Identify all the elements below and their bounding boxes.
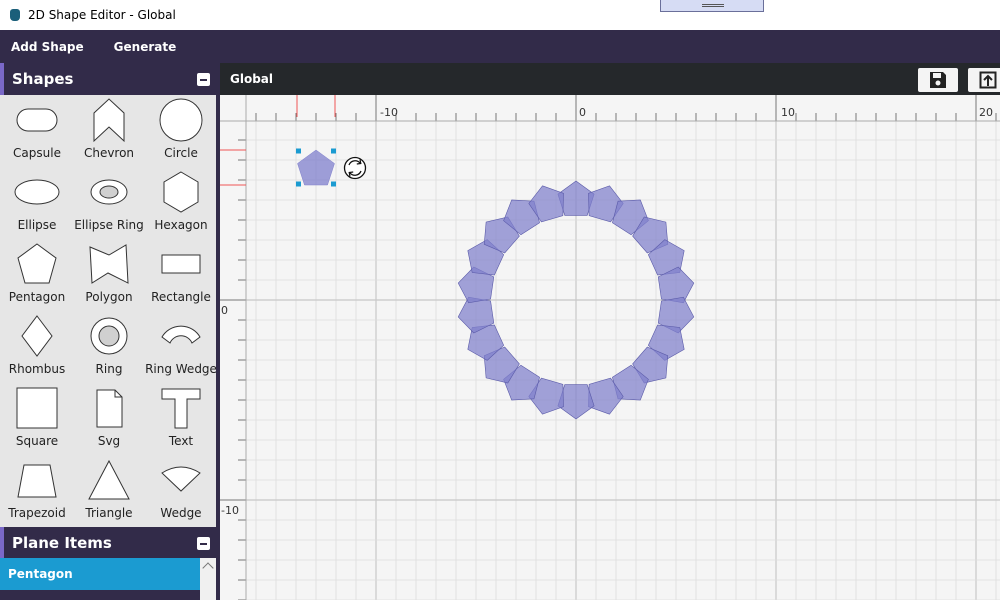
canvas-header: Global xyxy=(220,63,1000,95)
plane-items-footer xyxy=(0,590,200,600)
ring-icon xyxy=(90,317,128,355)
shape-chevron[interactable]: Chevron xyxy=(73,95,145,167)
shape-label: Polygon xyxy=(85,290,133,304)
shape-label: Hexagon xyxy=(154,218,208,232)
capsule-icon xyxy=(16,108,58,132)
shape-hexagon[interactable]: Hexagon xyxy=(145,167,217,239)
shape-text[interactable]: Text xyxy=(145,383,217,455)
rectangle-icon xyxy=(161,254,201,274)
shape-label: Wedge xyxy=(160,506,202,520)
shape-svg[interactable]: Svg xyxy=(73,383,145,455)
ring-wedge-icon xyxy=(161,325,201,344)
canvas-title: Global xyxy=(230,72,274,86)
shape-ellipse-ring[interactable]: Ellipse Ring xyxy=(73,167,145,239)
square-icon xyxy=(16,387,58,429)
shape-label: Rhombus xyxy=(8,362,66,376)
shape-ellipse[interactable]: Ellipse xyxy=(1,167,73,239)
shape-label: Square xyxy=(15,434,59,448)
ruler-horizontal xyxy=(220,95,1000,121)
ruler-label-y: 0 xyxy=(221,304,228,317)
resize-handle[interactable] xyxy=(331,148,336,154)
shapes-collapse-button[interactable] xyxy=(197,72,210,86)
shape-label: Ring Wedge xyxy=(145,362,217,376)
export-icon xyxy=(979,71,997,89)
shape-wedge[interactable]: Wedge xyxy=(145,455,217,527)
text-icon xyxy=(161,388,201,429)
shape-pentagon[interactable]: Pentagon xyxy=(1,239,73,311)
shape-trapezoid[interactable]: Trapezoid xyxy=(1,455,73,527)
ruler-label-x: 0 xyxy=(579,106,586,119)
shape-label: Chevron xyxy=(83,146,135,160)
shape-ring-wedge[interactable]: Ring Wedge xyxy=(145,311,217,383)
shape-label: Ellipse xyxy=(17,218,57,232)
shape-label: Svg xyxy=(97,434,121,448)
shape-capsule[interactable]: Capsule xyxy=(1,95,73,167)
plane-item-label: Pentagon xyxy=(8,567,73,581)
plane-items-scrollbar[interactable] xyxy=(200,558,216,600)
save-icon xyxy=(930,72,946,88)
wedge-icon xyxy=(161,466,201,492)
shape-label: Ring xyxy=(95,362,123,376)
scroll-up-icon[interactable] xyxy=(202,562,214,574)
ruler-label-x: 10 xyxy=(781,106,795,119)
shape-label: Rectangle xyxy=(151,290,211,304)
menu-generate[interactable]: Generate xyxy=(99,40,192,54)
app-window: 2D Shape Editor - Global Add Shape Gener… xyxy=(0,0,1000,600)
ellipse-ring-icon xyxy=(90,179,128,205)
shapes-panel-header[interactable]: Shapes xyxy=(0,63,218,95)
menu-bar: Add Shape Generate xyxy=(0,30,1000,63)
resize-handle[interactable] xyxy=(296,181,301,187)
canvas-area[interactable]: -10 0 10 20 0 -10 xyxy=(220,95,1000,600)
shapes-panel-title: Shapes xyxy=(12,70,74,88)
title-bar: 2D Shape Editor - Global xyxy=(0,0,1000,30)
ellipse-icon xyxy=(14,179,60,205)
shape-label: Text xyxy=(168,434,194,448)
ruler-label-x: 20 xyxy=(979,106,993,119)
menu-add-shape[interactable]: Add Shape xyxy=(0,40,99,54)
left-panel: Shapes Capsule Chevron Circle Ellipse El… xyxy=(0,63,218,600)
shape-polygon[interactable]: Polygon xyxy=(73,239,145,311)
shape-rhombus[interactable]: Rhombus xyxy=(1,311,73,383)
save-button[interactable] xyxy=(918,68,958,92)
shape-label: Pentagon xyxy=(8,290,66,304)
ruler-vertical xyxy=(220,95,246,600)
chevron-icon xyxy=(93,98,125,143)
resize-handle[interactable] xyxy=(296,148,301,154)
ruler-label-y: -10 xyxy=(221,504,239,517)
app-icon xyxy=(10,9,20,21)
polygon-icon xyxy=(89,244,129,284)
rhombus-icon xyxy=(21,315,53,357)
shape-circle[interactable]: Circle xyxy=(145,95,217,167)
shape-label: Ellipse Ring xyxy=(74,218,144,232)
shape-square[interactable]: Square xyxy=(1,383,73,455)
export-button[interactable] xyxy=(968,68,1000,92)
window-title: 2D Shape Editor - Global xyxy=(28,8,176,22)
shape-label: Circle xyxy=(164,146,198,160)
shape-triangle[interactable]: Triangle xyxy=(73,455,145,527)
triangle-icon xyxy=(88,459,130,500)
shapes-grid: Capsule Chevron Circle Ellipse Ellipse R… xyxy=(0,95,218,527)
pentagon-icon xyxy=(17,243,57,284)
ruler-label-x: -10 xyxy=(380,106,398,119)
shape-label: Trapezoid xyxy=(8,506,66,520)
svg-file-icon xyxy=(96,389,123,428)
shape-rectangle[interactable]: Rectangle xyxy=(145,239,217,311)
plane-items-panel-title: Plane Items xyxy=(12,534,112,552)
trapezoid-icon xyxy=(17,464,57,498)
hexagon-icon xyxy=(163,171,199,213)
circle-icon xyxy=(159,98,203,142)
plane-items-collapse-button[interactable] xyxy=(197,536,210,550)
drag-handle[interactable] xyxy=(660,0,764,12)
drawing-surface[interactable]: -10 0 10 20 0 -10 xyxy=(220,95,1000,600)
rotate-handle-icon[interactable] xyxy=(343,156,367,180)
plane-item-row[interactable]: Pentagon xyxy=(0,558,200,590)
shape-label: Capsule xyxy=(13,146,61,160)
shape-ring[interactable]: Ring xyxy=(73,311,145,383)
shape-label: Triangle xyxy=(85,506,133,520)
resize-handle[interactable] xyxy=(331,181,336,187)
plane-items-panel-header[interactable]: Plane Items xyxy=(0,527,218,559)
